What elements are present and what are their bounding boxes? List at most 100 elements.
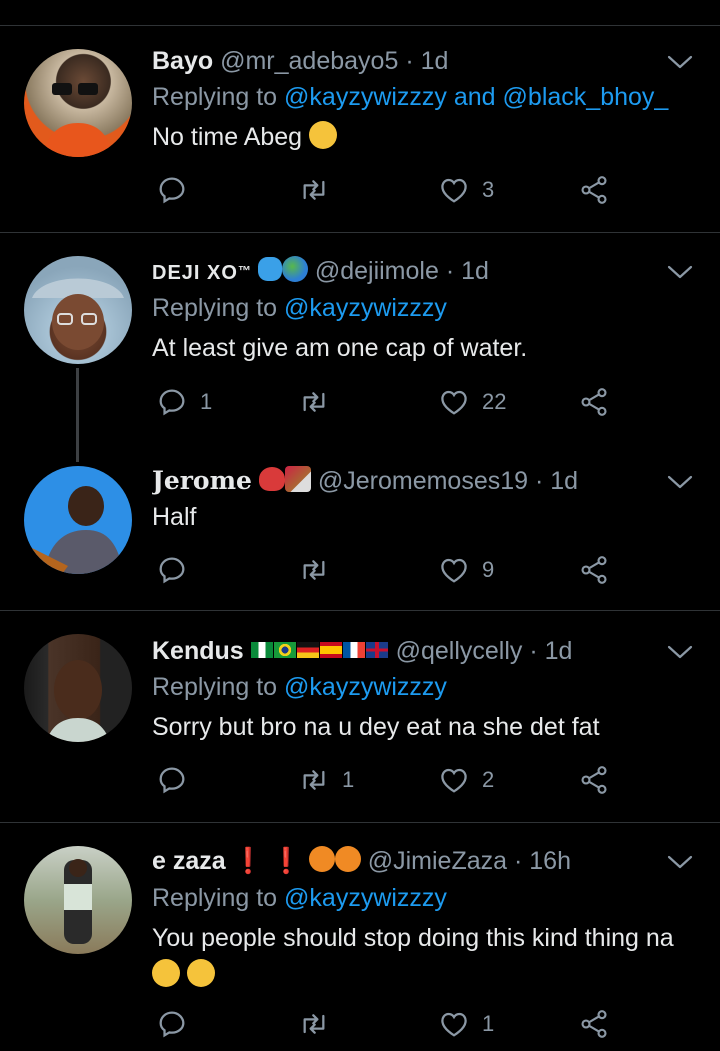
display-name[interactable]: Jerome xyxy=(152,466,252,495)
tears-of-joy-emoji xyxy=(152,959,180,988)
replying-to: Replying to @kayzywizzzy xyxy=(152,670,447,704)
user-handle[interactable]: @JimieZaza xyxy=(368,847,507,875)
retweet-button[interactable] xyxy=(298,1004,342,1044)
replying-to: Replying to @kayzywizzzy xyxy=(152,881,447,915)
tears-of-joy-emoji xyxy=(309,121,338,150)
timestamp[interactable]: 1d xyxy=(461,257,489,285)
display-name[interactable]: Kendus xyxy=(152,637,244,665)
tweet-header: Jerome @Jeromemoses19 · 1d xyxy=(152,464,660,498)
like-icon xyxy=(438,554,470,586)
separator-dot: · xyxy=(405,47,414,75)
display-name[interactable]: e zaza xyxy=(152,847,226,875)
spain-flag-icon xyxy=(319,642,342,659)
share-icon xyxy=(578,174,610,206)
display-name[interactable]: DEJI XO xyxy=(152,262,238,284)
reply-icon xyxy=(156,386,188,418)
reply-button[interactable]: 1 xyxy=(156,382,212,422)
tweet-actions: 3 xyxy=(152,170,622,210)
tweet-text: At least give am one cap of water. xyxy=(152,331,692,365)
chevron-down-icon[interactable] xyxy=(666,52,694,72)
tweet-text-content: At least give am one cap of water. xyxy=(152,334,528,362)
uk-flag-icon xyxy=(365,642,388,659)
reply-icon xyxy=(156,764,188,796)
user-handle[interactable]: @mr_adebayo5 xyxy=(220,47,398,75)
reply-button[interactable] xyxy=(156,550,200,590)
mention-link[interactable]: @kayzywizzzy xyxy=(284,83,447,111)
chevron-down-icon[interactable] xyxy=(666,642,694,662)
tweet-text-content: You people should stop doing this kind t… xyxy=(152,924,674,952)
tweet-header: Bayo @mr_adebayo5 · 1d xyxy=(152,44,660,78)
and-label: and xyxy=(453,83,496,111)
user-handle[interactable]: @Jeromemoses19 xyxy=(318,467,528,495)
retweet-count: 1 xyxy=(342,767,355,792)
reply-button[interactable] xyxy=(156,760,200,800)
like-button[interactable]: 1 xyxy=(438,1004,494,1044)
brazil-flag-icon xyxy=(273,642,296,659)
share-button[interactable] xyxy=(578,170,610,210)
timestamp[interactable]: 1d xyxy=(550,467,578,495)
chevron-down-icon[interactable] xyxy=(666,472,694,492)
reply-icon xyxy=(156,554,188,586)
replying-to-label: Replying to xyxy=(152,294,278,322)
share-button[interactable] xyxy=(578,550,610,590)
like-button[interactable]: 9 xyxy=(438,550,494,590)
mention-link[interactable]: @kayzywizzzy xyxy=(284,294,447,322)
retweet-button[interactable]: 1 xyxy=(298,760,354,800)
share-button[interactable] xyxy=(578,382,610,422)
tweet-text-content: Sorry but bro na u dey eat na she det fa… xyxy=(152,713,600,741)
chevron-down-icon[interactable] xyxy=(666,852,694,872)
avatar[interactable] xyxy=(24,49,132,157)
like-button[interactable]: 2 xyxy=(438,760,494,800)
mention-link[interactable]: @black_bhoy_ xyxy=(503,83,669,111)
user-handle[interactable]: @qellycelly xyxy=(396,637,523,665)
retweet-button[interactable] xyxy=(298,550,342,590)
nigeria-flag-icon xyxy=(250,642,273,659)
like-count: 22 xyxy=(482,389,507,414)
chevron-down-icon[interactable] xyxy=(666,262,694,282)
tweet-text: No time Abeg xyxy=(152,120,692,154)
globe-emoji xyxy=(281,256,308,283)
share-button[interactable] xyxy=(578,760,610,800)
like-button[interactable]: 22 xyxy=(438,382,506,422)
user-handle[interactable]: @dejiimole xyxy=(315,257,439,285)
timestamp[interactable]: 1d xyxy=(545,637,573,665)
like-icon xyxy=(438,386,470,418)
share-icon xyxy=(578,1008,610,1040)
reply-button[interactable] xyxy=(156,1004,200,1044)
retweet-button[interactable] xyxy=(298,170,342,210)
exclamation-emoji: ❗ ❗ xyxy=(232,847,302,875)
avatar[interactable] xyxy=(24,634,132,742)
retweet-icon xyxy=(298,554,330,586)
top-edge xyxy=(0,0,720,24)
basketball-emoji xyxy=(308,846,335,873)
reply-button[interactable] xyxy=(156,170,200,210)
timestamp[interactable]: 16h xyxy=(529,847,571,875)
divider xyxy=(0,610,720,611)
avatar[interactable] xyxy=(24,256,132,364)
replying-to-label: Replying to xyxy=(152,673,278,701)
basketball-emoji xyxy=(334,846,361,873)
retweet-button[interactable] xyxy=(298,382,342,422)
share-button[interactable] xyxy=(578,1004,610,1044)
avatar[interactable] xyxy=(24,466,132,574)
tweet-text: Half xyxy=(152,500,692,534)
separator-dot: · xyxy=(513,847,523,875)
display-name[interactable]: Bayo xyxy=(152,47,213,75)
retweet-icon xyxy=(298,1008,330,1040)
like-button[interactable]: 3 xyxy=(438,170,494,210)
avatar[interactable] xyxy=(24,846,132,954)
thread-line xyxy=(76,368,79,462)
mention-link[interactable]: @kayzywizzzy xyxy=(284,673,447,701)
tweet-header: Kendus @qellycelly · 1d xyxy=(152,634,660,668)
like-count: 9 xyxy=(482,557,495,582)
retweet-icon xyxy=(298,386,330,418)
timestamp[interactable]: 1d xyxy=(421,47,449,75)
replying-to: Replying to @kayzywizzzy xyxy=(152,291,447,325)
like-count: 2 xyxy=(482,767,495,792)
like-icon xyxy=(438,174,470,206)
mention-link[interactable]: @kayzywizzzy xyxy=(284,884,447,912)
replying-to: Replying to @kayzywizzzy and @black_bhoy… xyxy=(152,80,668,114)
like-icon xyxy=(438,764,470,796)
divider xyxy=(0,822,720,823)
tweet-text: Sorry but bro na u dey eat na she det fa… xyxy=(152,710,692,744)
